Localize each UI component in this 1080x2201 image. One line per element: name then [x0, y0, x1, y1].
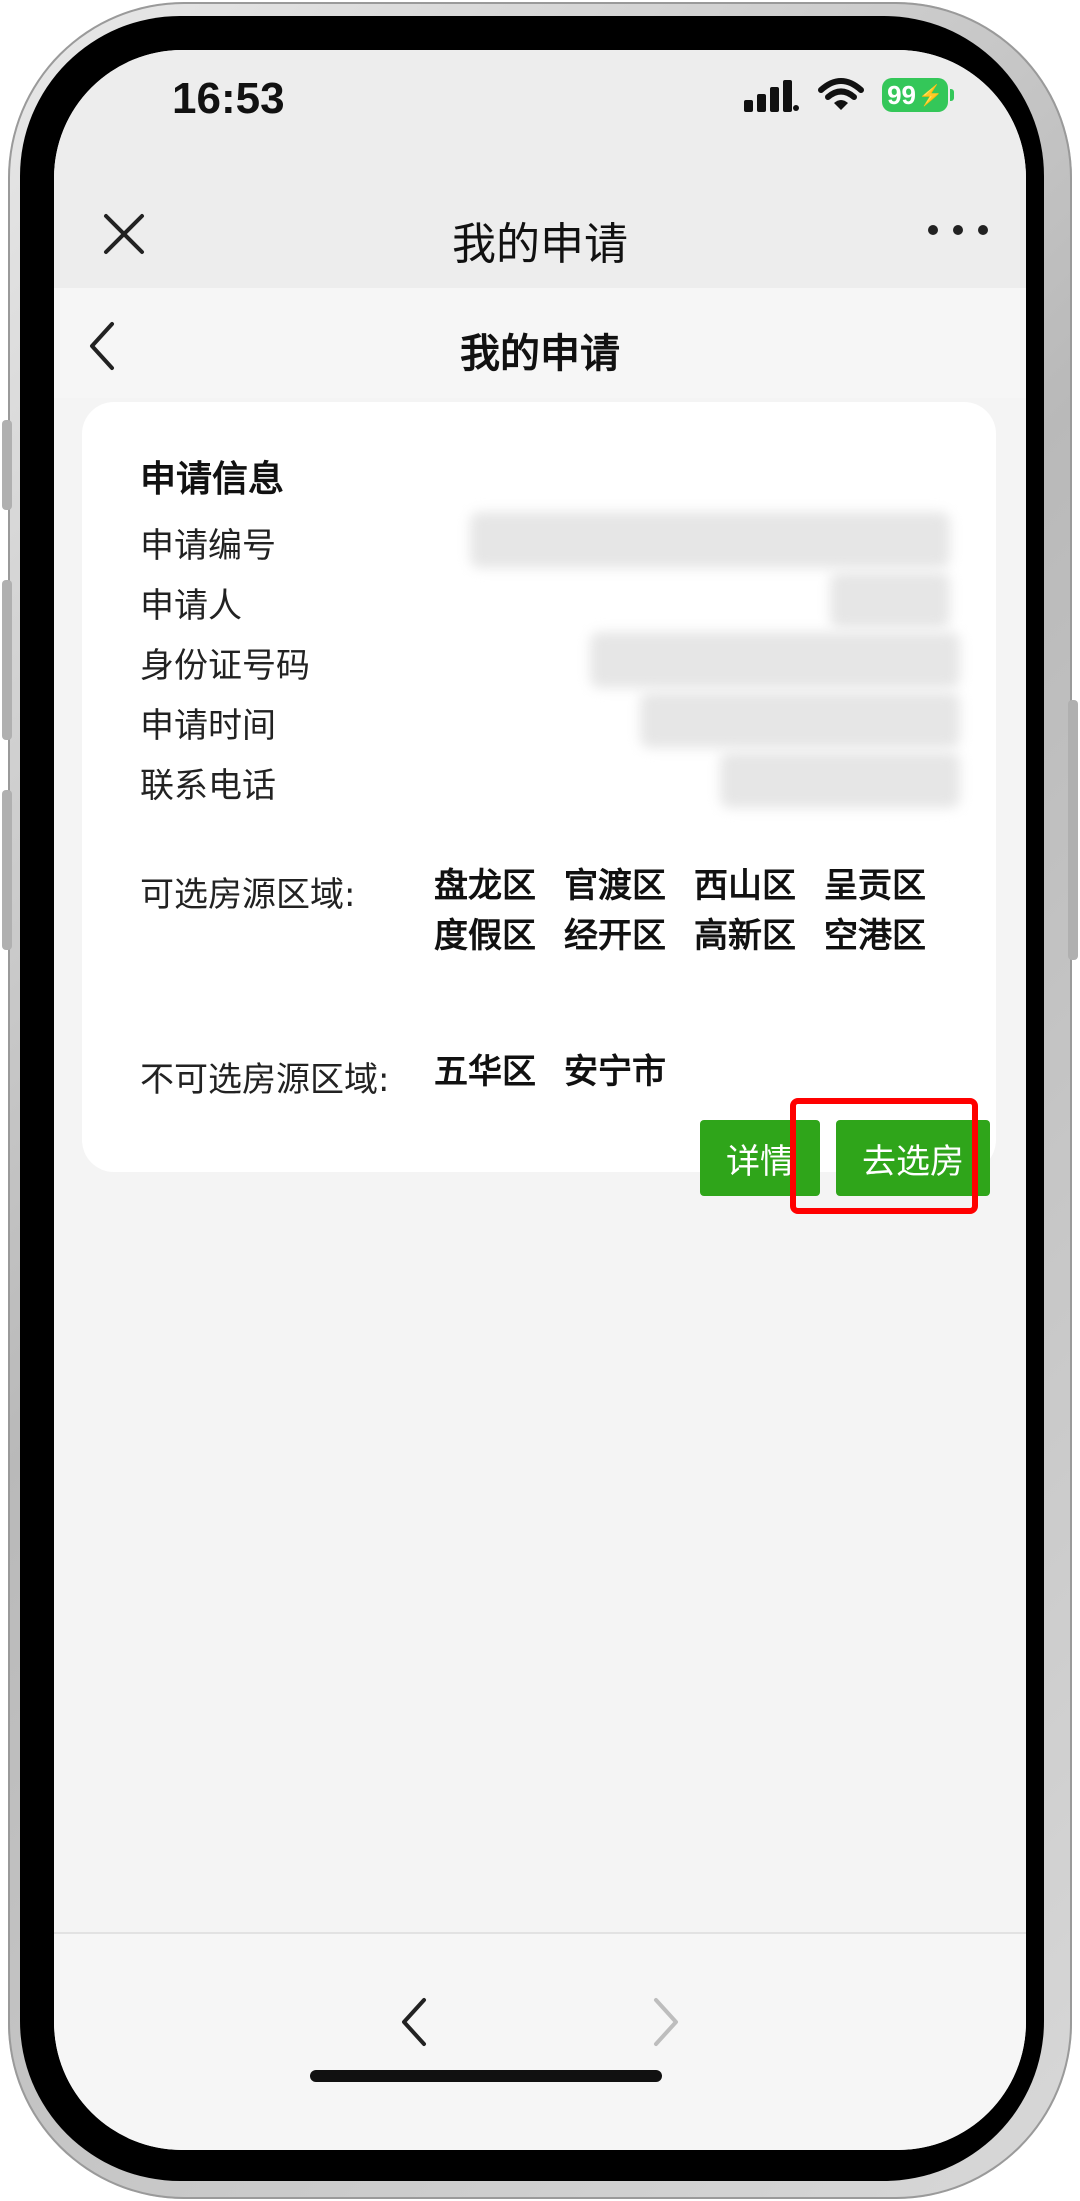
browser-top-bar: 我的申请 — [54, 180, 1026, 288]
area-item: 呈贡区 — [824, 866, 926, 906]
charging-bolt-icon: ⚡ — [918, 84, 943, 107]
area-item: 度假区 — [434, 916, 536, 956]
battery-icon: 99 ⚡ — [882, 78, 954, 112]
info-label: 身份证号码 — [140, 646, 310, 686]
side-button-volume-down — [2, 790, 12, 950]
more-options-icon[interactable] — [928, 220, 988, 240]
redacted-value — [640, 692, 960, 748]
application-card: 申请信息 申请编号 申请人 身份证号码 申请时间 联系电话 可选房源区域: 盘龙… — [82, 402, 996, 1196]
available-areas-label: 可选房源区域: — [140, 875, 356, 915]
area-item: 高新区 — [694, 916, 796, 956]
wifi-icon — [818, 78, 864, 110]
phone-screen: 16:53 99 ⚡ 我的申请 我的申请 申请信息 申请编号 申请人 身份证号码… — [54, 50, 1026, 2150]
home-indicator[interactable] — [310, 2070, 662, 2082]
area-item: 安宁市 — [564, 1052, 666, 1092]
browser-title: 我的申请 — [452, 219, 628, 270]
redacted-value — [830, 572, 950, 628]
section-title: 申请信息 — [140, 459, 285, 500]
page-title: 我的申请 — [460, 331, 620, 377]
unavailable-areas-grid: 五华区 安宁市 — [434, 1050, 974, 1094]
status-time: 16:53 — [172, 74, 285, 123]
more-dot — [928, 225, 938, 235]
area-item: 经开区 — [564, 916, 666, 956]
more-dot — [978, 225, 988, 235]
bottom-navigation-bar — [54, 1932, 1026, 2150]
more-dot — [953, 225, 963, 235]
info-label: 申请人 — [140, 586, 242, 626]
side-button-mute — [2, 420, 12, 510]
redacted-value — [590, 632, 960, 688]
area-item: 五华区 — [434, 1052, 536, 1092]
redacted-value — [470, 512, 950, 568]
info-label: 联系电话 — [140, 766, 276, 806]
info-row-phone: 联系电话 — [140, 752, 960, 808]
page-header: 我的申请 — [54, 288, 1026, 398]
unavailable-areas-label: 不可选房源区域: — [140, 1060, 390, 1100]
area-item: 盘龙区 — [434, 866, 536, 906]
area-item: 西山区 — [694, 866, 796, 906]
info-label: 申请时间 — [140, 706, 276, 746]
available-areas-grid: 盘龙区 官渡区 西山区 呈贡区 度假区 经开区 高新区 空港区 — [434, 864, 974, 958]
side-button-volume-up — [2, 580, 12, 740]
redacted-value — [720, 752, 960, 808]
nav-back-arrow-icon[interactable] — [394, 1992, 434, 2052]
info-row-application-time: 申请时间 — [140, 692, 960, 748]
area-item: 官渡区 — [564, 866, 666, 906]
nav-forward-arrow-icon[interactable] — [646, 1992, 686, 2052]
highlight-annotation-box — [790, 1098, 978, 1214]
info-row-applicant: 申请人 — [140, 572, 950, 628]
status-icons: 99 ⚡ — [744, 78, 954, 112]
battery-level: 99 — [887, 79, 916, 110]
side-button-power — [1068, 700, 1078, 960]
info-row-application-number: 申请编号 — [140, 512, 950, 568]
status-bar: 16:53 99 ⚡ — [54, 50, 1026, 180]
area-item: 空港区 — [824, 916, 926, 956]
info-label: 申请编号 — [140, 526, 276, 566]
info-row-id-number: 身份证号码 — [140, 632, 960, 688]
cellular-signal-icon — [744, 80, 799, 112]
